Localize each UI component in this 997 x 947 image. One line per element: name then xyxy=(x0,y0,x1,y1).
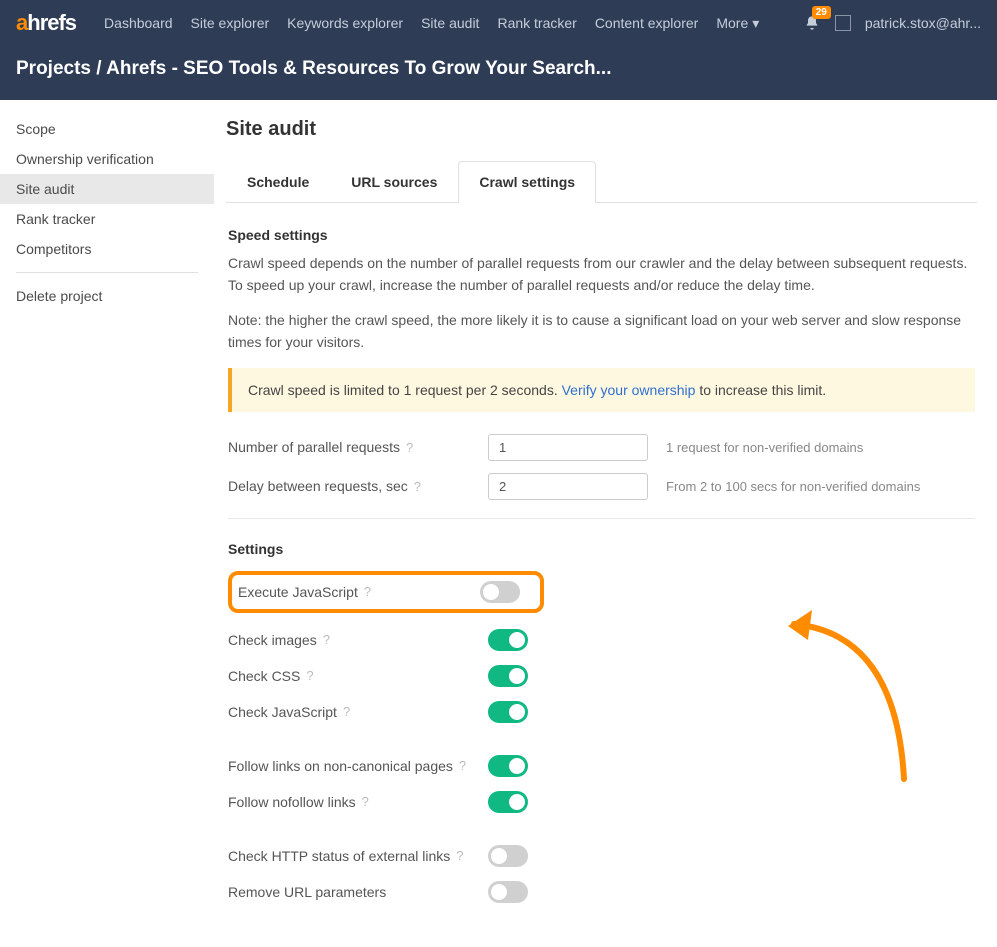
setting-label-follow-links-on-non-canonical-pages: Follow links on non-canonical pages? xyxy=(228,758,488,774)
help-icon[interactable]: ? xyxy=(406,440,413,455)
nav-item-keywords-explorer[interactable]: Keywords explorer xyxy=(287,15,403,32)
tabs: ScheduleURL sourcesCrawl settings xyxy=(226,161,977,203)
tab-url-sources[interactable]: URL sources xyxy=(330,161,458,202)
toggle-remove-url-parameters[interactable] xyxy=(488,881,528,903)
speed-limit-alert: Crawl speed is limited to 1 request per … xyxy=(228,368,975,412)
logo[interactable]: ahrefs xyxy=(16,10,76,36)
parallel-requests-hint: 1 request for non-verified domains xyxy=(666,440,863,455)
toggle-follow-nofollow-links[interactable] xyxy=(488,791,528,813)
setting-row-execute-javascript: Execute JavaScript? xyxy=(228,571,544,613)
sidebar-item-scope[interactable]: Scope xyxy=(0,114,214,144)
delay-label: Delay between requests, sec ? xyxy=(228,478,488,494)
setting-row-check-css: Check CSS? xyxy=(228,665,975,687)
sidebar: ScopeOwnership verificationSite auditRan… xyxy=(0,100,214,947)
help-icon[interactable]: ? xyxy=(364,584,371,599)
breadcrumb: Projects / Ahrefs - SEO Tools & Resource… xyxy=(0,46,997,100)
nav-item-site-audit[interactable]: Site audit xyxy=(421,15,479,32)
nav-item-site-explorer[interactable]: Site explorer xyxy=(191,15,270,32)
sidebar-item-competitors[interactable]: Competitors xyxy=(0,234,214,264)
user-label[interactable]: patrick.stox@ahr... xyxy=(865,15,981,31)
sidebar-delete-project[interactable]: Delete project xyxy=(0,281,214,311)
setting-row-check-http-status-of-external-links: Check HTTP status of external links? xyxy=(228,845,975,867)
sidebar-item-site-audit[interactable]: Site audit xyxy=(0,174,214,204)
app-switcher-icon[interactable] xyxy=(835,15,851,31)
tab-schedule[interactable]: Schedule xyxy=(226,161,330,202)
help-icon[interactable]: ? xyxy=(459,758,466,773)
help-icon[interactable]: ? xyxy=(343,704,350,719)
nav-item-more[interactable]: More▾ xyxy=(716,15,759,32)
tab-crawl-settings[interactable]: Crawl settings xyxy=(458,161,596,203)
main: Site audit ScheduleURL sourcesCrawl sett… xyxy=(214,100,997,947)
sidebar-divider xyxy=(16,272,198,273)
help-icon[interactable]: ? xyxy=(306,668,313,683)
toggle-follow-links-on-non-canonical-pages[interactable] xyxy=(488,755,528,777)
toggle-check-css[interactable] xyxy=(488,665,528,687)
setting-label-check-images: Check images? xyxy=(228,632,488,648)
parallel-requests-input[interactable] xyxy=(488,434,648,461)
setting-row-check-javascript: Check JavaScript? xyxy=(228,701,975,723)
help-icon[interactable]: ? xyxy=(362,794,369,809)
setting-label-execute-javascript: Execute JavaScript? xyxy=(232,584,480,600)
setting-row-remove-url-parameters: Remove URL parameters xyxy=(228,881,975,903)
setting-label-check-http-status-of-external-links: Check HTTP status of external links? xyxy=(228,848,488,864)
setting-row-follow-nofollow-links: Follow nofollow links? xyxy=(228,791,975,813)
parallel-requests-label: Number of parallel requests ? xyxy=(228,439,488,455)
setting-label-follow-nofollow-links: Follow nofollow links? xyxy=(228,794,488,810)
setting-row-follow-links-on-non-canonical-pages: Follow links on non-canonical pages? xyxy=(228,755,975,777)
divider xyxy=(228,518,975,519)
setting-label-check-css: Check CSS? xyxy=(228,668,488,684)
notifications-badge: 29 xyxy=(812,6,831,19)
toggle-execute-javascript[interactable] xyxy=(480,581,520,603)
nav-item-dashboard[interactable]: Dashboard xyxy=(104,15,173,32)
speed-heading: Speed settings xyxy=(228,227,975,243)
toggle-check-javascript[interactable] xyxy=(488,701,528,723)
setting-label-check-javascript: Check JavaScript? xyxy=(228,704,488,720)
speed-desc-1: Crawl speed depends on the number of par… xyxy=(228,253,975,296)
speed-desc-2: Note: the higher the crawl speed, the mo… xyxy=(228,310,975,353)
setting-row-check-images: Check images? xyxy=(228,629,975,651)
sidebar-item-ownership-verification[interactable]: Ownership verification xyxy=(0,144,214,174)
notifications-bell-icon[interactable]: 29 xyxy=(803,14,821,32)
help-icon[interactable]: ? xyxy=(414,479,421,494)
sidebar-item-rank-tracker[interactable]: Rank tracker xyxy=(0,204,214,234)
verify-ownership-link[interactable]: Verify your ownership xyxy=(562,382,696,398)
setting-label-remove-url-parameters: Remove URL parameters xyxy=(228,884,488,900)
nav-item-content-explorer[interactable]: Content explorer xyxy=(595,15,699,32)
toggle-check-images[interactable] xyxy=(488,629,528,651)
topbar: ahrefs Dashboard Site explorer Keywords ex… xyxy=(0,0,997,46)
nav-item-rank-tracker[interactable]: Rank tracker xyxy=(497,15,576,32)
help-icon[interactable]: ? xyxy=(456,848,463,863)
page-title: Site audit xyxy=(226,118,977,141)
settings-heading: Settings xyxy=(228,541,975,557)
chevron-down-icon: ▾ xyxy=(752,15,759,32)
help-icon[interactable]: ? xyxy=(323,632,330,647)
top-nav: Dashboard Site explorer Keywords explorer S… xyxy=(104,15,803,32)
delay-hint: From 2 to 100 secs for non-verified doma… xyxy=(666,479,920,494)
toggle-check-http-status-of-external-links[interactable] xyxy=(488,845,528,867)
delay-input[interactable] xyxy=(488,473,648,500)
